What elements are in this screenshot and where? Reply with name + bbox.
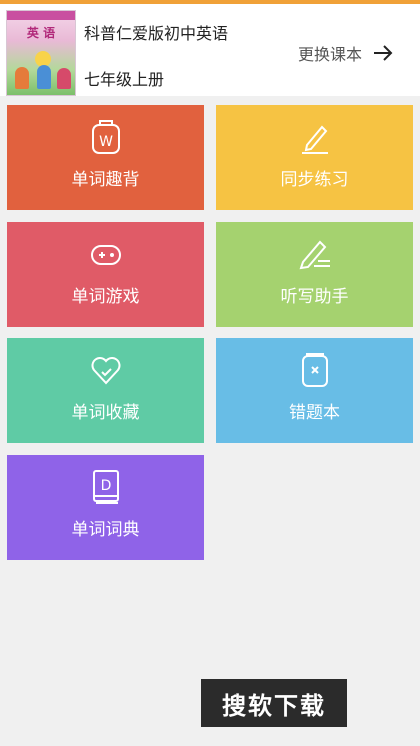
tile-word-game[interactable]: 单词游戏	[7, 222, 204, 327]
tile-label: 错题本	[289, 403, 340, 423]
tile-sync-practice[interactable]: 同步练习	[216, 105, 413, 210]
tile-error-notebook[interactable]: 错题本	[216, 338, 413, 443]
book-cover-image[interactable]: 英 语	[6, 10, 76, 96]
heart-icon	[91, 357, 120, 385]
tile-dictation-helper[interactable]: 听写助手	[216, 222, 413, 327]
write-icon	[299, 240, 330, 270]
tile-label: 听写助手	[280, 287, 349, 307]
dictionary-icon: D	[92, 470, 119, 504]
book-title: 科普仁爱版初中英语	[84, 24, 229, 43]
change-textbook-button[interactable]: 更换课本	[298, 40, 394, 66]
tile-label: 单词游戏	[71, 287, 140, 307]
cover-title: 英 语	[26, 26, 56, 40]
tile-label: 同步练习	[280, 170, 349, 190]
watermark-logo: 搜软下载	[201, 679, 347, 727]
tile-word-favorites[interactable]: 单词收藏	[7, 338, 204, 443]
svg-text:W: W	[99, 134, 113, 150]
svg-text:D: D	[100, 478, 111, 494]
pencil-icon	[301, 125, 328, 154]
tile-word-dictionary[interactable]: D 单词词典	[7, 455, 204, 560]
book-grade: 七年级上册	[84, 70, 165, 89]
notebook-icon	[301, 353, 328, 387]
book-header: 英 语 科普仁爱版初中英语 七年级上册 更换课本	[0, 4, 420, 96]
arrow-right-icon	[374, 45, 393, 61]
gamepad-icon	[90, 245, 121, 265]
tile-label: 单词收藏	[71, 403, 140, 423]
w-badge-icon: W	[91, 120, 120, 154]
tile-label: 单词趣背	[71, 170, 140, 190]
tile-label: 单词词典	[71, 520, 140, 540]
tile-word-memorize[interactable]: W 单词趣背	[7, 105, 204, 210]
change-textbook-label: 更换课本	[298, 45, 363, 64]
